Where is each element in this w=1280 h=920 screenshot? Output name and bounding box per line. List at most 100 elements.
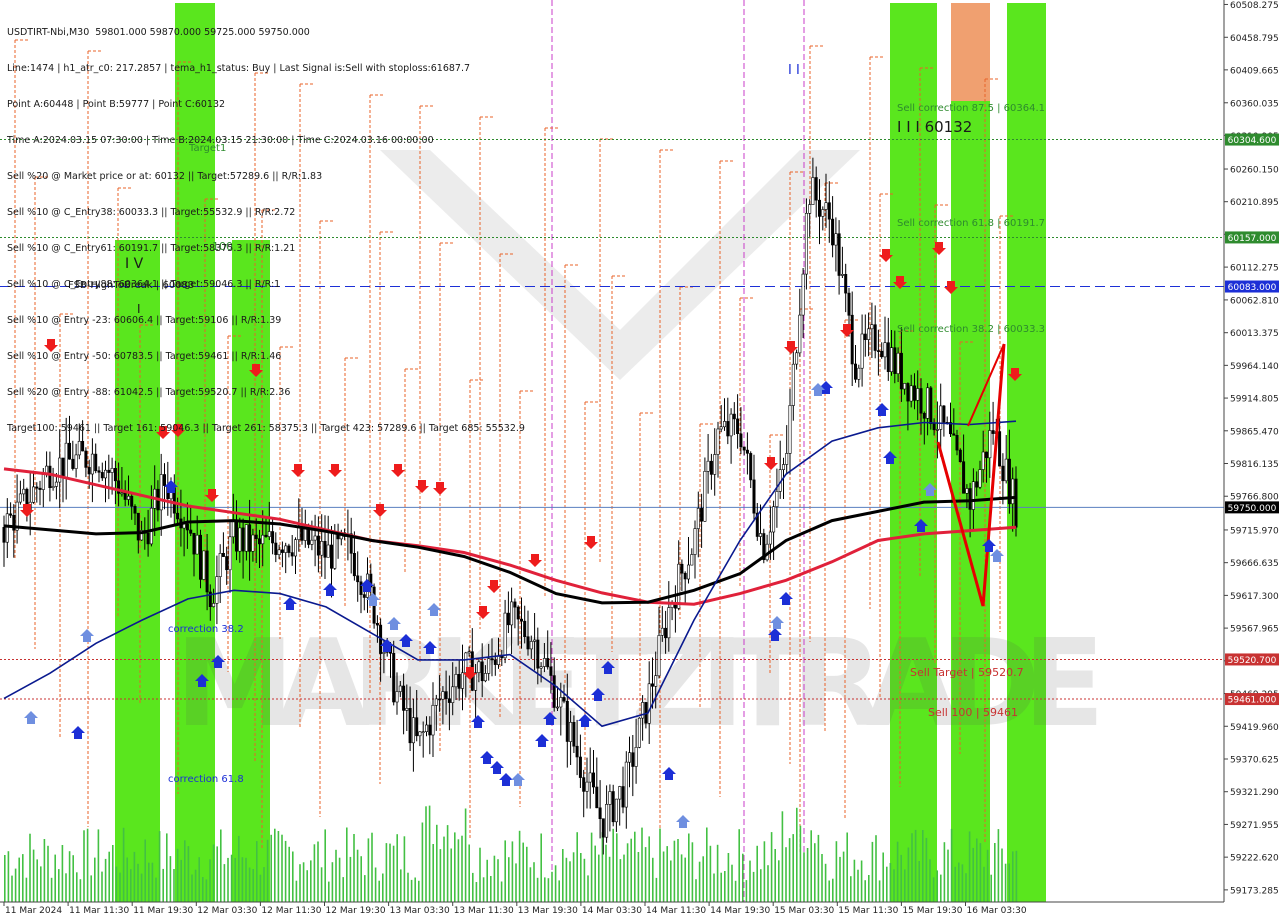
candle-body bbox=[749, 453, 753, 481]
volume-bar bbox=[846, 832, 848, 902]
volume-bar bbox=[94, 857, 96, 902]
volume-bar bbox=[18, 857, 20, 902]
volume-bar bbox=[4, 855, 6, 902]
candle-body bbox=[287, 545, 291, 553]
volume-bar bbox=[47, 845, 49, 902]
candle-body bbox=[326, 544, 330, 558]
info-line: Sell %10 @ Entry -50: 60783.5 || Target:… bbox=[7, 351, 282, 362]
volume-bar bbox=[990, 874, 992, 902]
volume-bar bbox=[994, 843, 996, 902]
volume-bar bbox=[518, 830, 521, 902]
candle-body bbox=[732, 413, 736, 420]
volume-bar bbox=[238, 835, 240, 902]
candle-body bbox=[241, 527, 245, 552]
volume-bar bbox=[50, 877, 53, 902]
volume-bar bbox=[400, 869, 402, 902]
candle-body bbox=[618, 786, 622, 800]
volume-bar bbox=[904, 869, 906, 902]
candle-body bbox=[274, 542, 278, 555]
volume-bar bbox=[608, 856, 611, 902]
volume-bar bbox=[374, 867, 377, 902]
volume-bar bbox=[641, 827, 643, 902]
volume-bar bbox=[871, 841, 874, 902]
candle-body bbox=[752, 479, 756, 514]
y-tick-label: 60013.375 bbox=[1230, 329, 1279, 339]
volume-bar bbox=[241, 857, 244, 902]
volume-bar bbox=[616, 833, 618, 902]
candle-body bbox=[804, 213, 808, 275]
candle-body bbox=[768, 531, 772, 545]
volume-bar bbox=[79, 879, 82, 902]
volume-bar bbox=[875, 835, 877, 902]
volume-bar bbox=[716, 844, 719, 902]
candle-body bbox=[110, 467, 114, 473]
y-tick-label: 60458.795 bbox=[1230, 34, 1279, 44]
candle-body bbox=[375, 622, 379, 626]
volume-bar bbox=[968, 831, 971, 902]
candle-body bbox=[163, 474, 167, 486]
candle-body bbox=[677, 563, 681, 609]
candle-body bbox=[264, 534, 268, 537]
info-line: Sell %20 @ Entry -88: 61042.5 || Target:… bbox=[7, 387, 291, 398]
candle-body bbox=[133, 505, 137, 514]
y-tick-label: 59617.300 bbox=[1230, 592, 1279, 602]
candle-body bbox=[392, 652, 396, 703]
volume-bar bbox=[540, 833, 542, 902]
candle-body bbox=[431, 704, 435, 736]
volume-bar bbox=[770, 832, 773, 902]
x-tick-label: 15 Mar 19:30 bbox=[902, 906, 962, 916]
candle-body bbox=[984, 451, 988, 459]
volume-bar bbox=[428, 805, 431, 902]
candle-body bbox=[503, 612, 507, 659]
candle-body bbox=[539, 666, 543, 669]
volume-bar bbox=[493, 855, 496, 902]
volume-bar bbox=[810, 830, 812, 902]
volume-bar bbox=[515, 863, 517, 902]
volume-bar bbox=[882, 852, 884, 902]
candle-body bbox=[667, 607, 671, 639]
volume-bar bbox=[14, 868, 17, 902]
volume-bar bbox=[209, 859, 211, 902]
candle-body bbox=[801, 273, 805, 316]
candle-body bbox=[821, 209, 825, 217]
candle-body bbox=[654, 675, 658, 687]
candle-body bbox=[742, 446, 746, 451]
y-tick-label: 60409.665 bbox=[1230, 66, 1279, 76]
volume-bar bbox=[824, 863, 827, 902]
volume-bar bbox=[835, 841, 838, 902]
volume-bar bbox=[832, 878, 834, 902]
volume-bar bbox=[421, 822, 424, 902]
volume-bar bbox=[900, 854, 902, 902]
volume-bar bbox=[29, 833, 31, 902]
volume-bar bbox=[115, 866, 118, 902]
volume-bar bbox=[230, 854, 233, 902]
candle-body bbox=[578, 756, 582, 778]
volume-bar bbox=[104, 858, 107, 902]
volume-bar bbox=[954, 866, 956, 902]
volume-bar bbox=[256, 841, 258, 902]
candle-body bbox=[664, 627, 668, 639]
volume-bar bbox=[184, 840, 186, 902]
candle-body bbox=[621, 786, 625, 808]
candle-body bbox=[889, 347, 893, 373]
y-tick-label: 59173.285 bbox=[1230, 886, 1279, 896]
candle-body bbox=[323, 540, 327, 558]
candle-body bbox=[536, 639, 540, 669]
candle-body bbox=[176, 512, 180, 520]
candle-body bbox=[709, 460, 713, 475]
volume-bar bbox=[659, 828, 661, 902]
candle-body bbox=[847, 292, 851, 316]
y-tick-label: 59370.625 bbox=[1230, 755, 1279, 765]
candle-body bbox=[719, 426, 723, 430]
volume-bar bbox=[281, 834, 283, 902]
info-line: Time A:2024.03.15 07:30:00 | Time B:2024… bbox=[7, 135, 434, 146]
chart-annotation: Sell correction 38.2 | 60033.3 bbox=[897, 324, 1045, 335]
volume-bar bbox=[320, 867, 323, 902]
candle-body bbox=[483, 673, 487, 682]
chart-annotation: I I I 60132 bbox=[897, 118, 972, 136]
candle-body bbox=[35, 486, 39, 489]
candle-body bbox=[496, 655, 500, 665]
candle-body bbox=[837, 233, 841, 276]
volume-bar bbox=[43, 839, 46, 902]
candle-body bbox=[474, 672, 478, 691]
